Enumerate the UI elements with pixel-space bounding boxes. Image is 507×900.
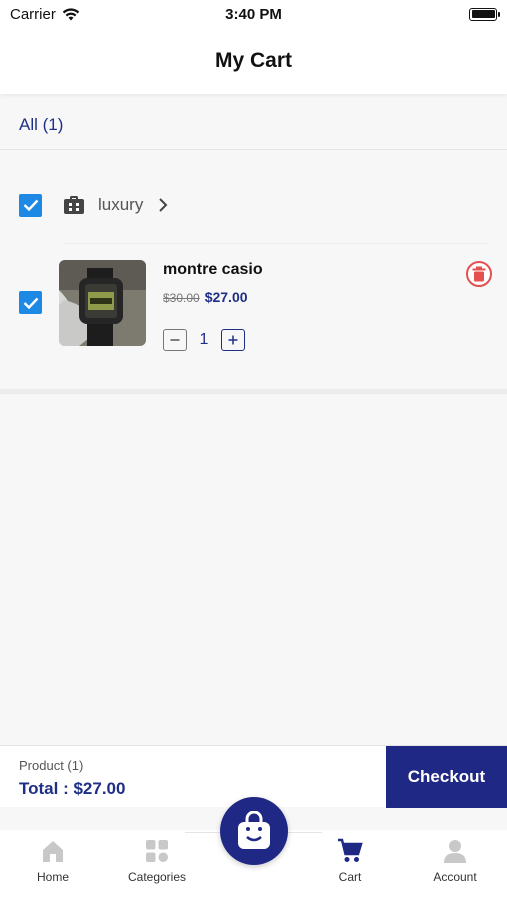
tab-account[interactable]: Account xyxy=(410,838,500,884)
status-bar: Carrier 3:40 PM xyxy=(0,0,507,28)
store-checkbox[interactable] xyxy=(19,193,42,217)
tab-home[interactable]: Home xyxy=(8,838,98,884)
original-price: $30.00 xyxy=(163,291,200,305)
plus-icon xyxy=(228,335,238,345)
tab-cart-label: Cart xyxy=(338,870,362,884)
tab-categories[interactable]: Categories xyxy=(112,838,202,884)
chevron-right-icon[interactable] xyxy=(157,197,169,213)
categories-icon xyxy=(146,840,168,862)
quantity-stepper: 1 xyxy=(163,329,245,351)
minus-icon xyxy=(170,339,180,341)
cart-icon xyxy=(338,838,363,862)
battery-icon xyxy=(469,7,500,21)
store-name: luxury xyxy=(98,195,144,214)
sale-price: $27.00 xyxy=(204,289,248,305)
filter-row: All (1) xyxy=(0,100,507,150)
cart-store-group: luxury montre casio $30.00 $27.00 1 xyxy=(0,162,507,394)
navigation-header: My Cart xyxy=(0,28,507,94)
decrease-quantity-button[interactable] xyxy=(163,329,187,351)
product-count: Product (1) xyxy=(19,758,84,773)
divider xyxy=(64,243,488,244)
tab-account-label: Account xyxy=(433,870,477,884)
increase-quantity-button[interactable] xyxy=(221,329,245,351)
home-icon xyxy=(43,841,63,862)
shopping-bag-smile-icon xyxy=(238,811,270,849)
tab-home-label: Home xyxy=(36,870,69,884)
product-name[interactable]: montre casio xyxy=(163,261,263,279)
checkout-button[interactable]: Checkout xyxy=(386,746,507,808)
price-row: $30.00 $27.00 xyxy=(163,289,248,305)
all-items-tab[interactable]: All (1) xyxy=(19,115,63,135)
store-row[interactable]: luxury xyxy=(19,190,488,220)
quantity-value: 1 xyxy=(199,331,209,348)
wifi-icon xyxy=(62,7,80,20)
carrier-label: Carrier xyxy=(10,5,56,23)
store-icon xyxy=(64,196,84,214)
account-icon xyxy=(444,840,466,863)
tab-cart[interactable]: Cart xyxy=(305,838,395,884)
tab-categories-label: Categories xyxy=(127,870,187,884)
shop-fab-button[interactable] xyxy=(220,797,288,865)
checkmark-icon xyxy=(23,297,38,309)
product-image[interactable] xyxy=(59,260,146,346)
status-left: Carrier xyxy=(10,6,80,23)
delete-item-button[interactable] xyxy=(466,261,492,287)
item-checkbox[interactable] xyxy=(19,291,42,314)
total-price: Total : $27.00 xyxy=(19,779,126,798)
page-title: My Cart xyxy=(214,49,293,72)
checkmark-icon xyxy=(23,199,38,211)
trash-icon xyxy=(472,266,486,282)
